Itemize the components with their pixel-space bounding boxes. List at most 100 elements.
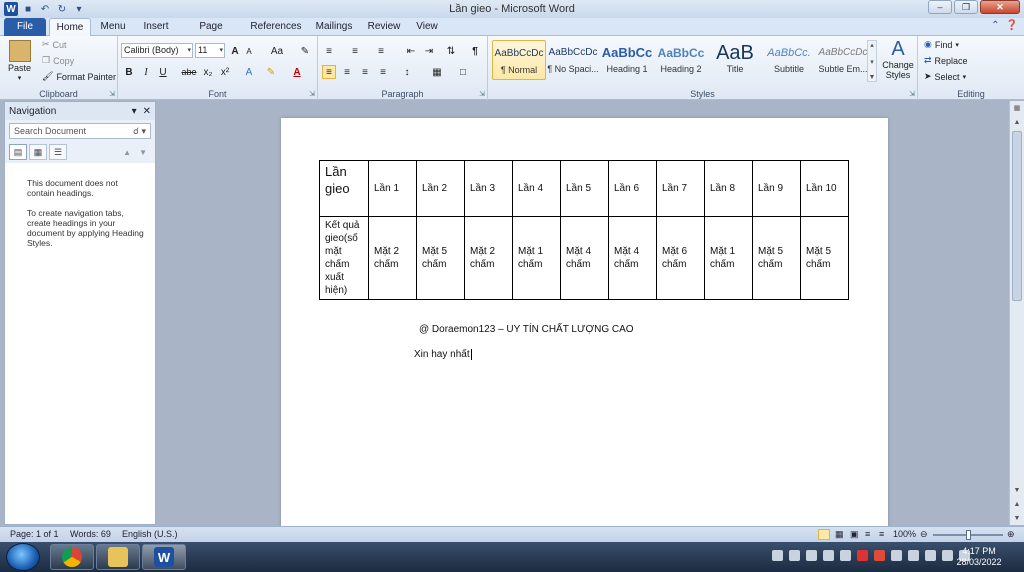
browse-pages-tab[interactable]: ▦	[29, 144, 47, 160]
close-button[interactable]: ✕	[980, 0, 1020, 14]
table-cell[interactable]: Mặt 1 chấm	[704, 216, 753, 300]
sort-icon[interactable]: ⇅	[444, 44, 458, 58]
multilevel-list-icon[interactable]: ≡	[374, 44, 388, 58]
tray-antivirus-icon[interactable]	[857, 550, 868, 561]
decrease-indent-icon[interactable]: ⇤	[404, 44, 418, 58]
network-icon[interactable]	[925, 550, 936, 561]
cut-button[interactable]: ✂ Cut	[42, 39, 67, 50]
search-icon[interactable]: ☌ ▾	[133, 126, 146, 137]
table-cell[interactable]: Mặt 5 chấm	[752, 216, 801, 300]
zoom-slider-thumb[interactable]	[966, 530, 971, 540]
vertical-scrollbar[interactable]: ▦ ▲ ▼ ▲ ▼	[1009, 101, 1024, 525]
search-document-input[interactable]: Search Document ☌ ▾	[9, 123, 151, 139]
draft-icon[interactable]: ≡	[879, 529, 884, 539]
table-cell[interactable]: Lần 6	[608, 160, 657, 217]
tray-app-icon[interactable]	[823, 550, 834, 561]
justify-icon[interactable]: ≡	[376, 65, 390, 79]
page-count[interactable]: Page: 1 of 1	[10, 529, 59, 539]
undo-icon[interactable]: ↶	[38, 2, 52, 16]
help-icon[interactable]: ❓	[1006, 20, 1018, 31]
font-launcher-icon[interactable]: ⇲	[309, 90, 315, 98]
show-marks-icon[interactable]: ¶	[468, 44, 482, 58]
text-effects-icon[interactable]: A	[242, 65, 256, 79]
table-cell[interactable]: Lần 4	[512, 160, 561, 217]
previous-page-icon[interactable]: ▲	[1010, 497, 1024, 511]
tray-app-icon[interactable]	[840, 550, 851, 561]
show-hidden-icon[interactable]	[891, 550, 902, 561]
clock[interactable]: 4:17 PM 28/03/2022	[948, 546, 1010, 568]
web-layout-icon[interactable]: ▣	[850, 529, 859, 540]
minimize-button[interactable]: –	[928, 0, 952, 14]
previous-arrow-icon[interactable]: ▲	[123, 148, 131, 157]
scroll-thumb[interactable]	[1012, 131, 1022, 301]
bullets-icon[interactable]: ≡	[322, 44, 336, 58]
collapse-ribbon-icon[interactable]: ⌃	[991, 20, 999, 31]
align-left-icon[interactable]: ≡	[322, 65, 336, 79]
font-color-icon[interactable]: A	[290, 65, 304, 79]
table-cell[interactable]: Lần 1	[368, 160, 417, 217]
table-cell[interactable]: Lần 7	[656, 160, 705, 217]
document-paragraph-cursor-line[interactable]: Xin hay nhất	[414, 349, 472, 360]
grow-font-button[interactable]: A	[228, 44, 242, 58]
dice-results-table[interactable]: Lần gieo Lần 1 Lần 2 Lần 3 Lần 4 Lần 5 L…	[319, 160, 849, 300]
align-right-icon[interactable]: ≡	[358, 65, 372, 79]
table-cell[interactable]: Lần 8	[704, 160, 753, 217]
select-button[interactable]: ➤ Select ▾	[924, 71, 966, 82]
copy-button[interactable]: ❐ Copy	[42, 55, 74, 66]
subscript-button[interactable]: x₂	[201, 65, 215, 79]
start-button[interactable]	[6, 543, 40, 571]
borders-icon[interactable]: □	[456, 65, 470, 79]
tab-mailings[interactable]: Mailings	[312, 18, 356, 36]
outline-icon[interactable]: ≡	[865, 529, 870, 539]
table-cell[interactable]: Lần 2	[416, 160, 465, 217]
document-paragraph[interactable]: @ Doraemon123 – UY TÍN CHẤT LƯỢNG CAO	[419, 324, 634, 335]
chevron-down-icon[interactable]: ▾	[870, 58, 874, 66]
format-painter-button[interactable]: 🖌 Format Painter	[42, 71, 116, 82]
table-cell[interactable]: Lần gieo	[319, 160, 369, 217]
strikethrough-button[interactable]: abe	[180, 65, 198, 79]
italic-button[interactable]: I	[139, 65, 153, 79]
paragraph-launcher-icon[interactable]: ⇲	[479, 90, 485, 98]
replace-button[interactable]: ⇄ Replace	[924, 55, 968, 66]
align-center-icon[interactable]: ≡	[340, 65, 354, 79]
word-logo-icon[interactable]: W	[4, 2, 18, 16]
styles-gallery-scroll[interactable]: ▴ ▾ ▼	[867, 40, 877, 82]
chevron-up-icon[interactable]: ▴	[870, 41, 874, 49]
tab-file[interactable]: File	[4, 18, 46, 36]
superscript-button[interactable]: x²	[218, 65, 232, 79]
table-cell[interactable]: Lần 9	[752, 160, 801, 217]
customize-qat-icon[interactable]: ▾	[72, 2, 86, 16]
style-subtitle[interactable]: AaBbCc. Subtitle	[762, 40, 816, 80]
zoom-level[interactable]: 100%	[893, 529, 916, 539]
taskbar-chrome[interactable]	[50, 544, 94, 570]
tray-app-icon[interactable]	[874, 550, 885, 561]
table-cell[interactable]: Mặt 2 chấm	[464, 216, 513, 300]
tab-view[interactable]: View	[412, 18, 442, 36]
style-no-spacing[interactable]: AaBbCcDc ¶ No Spaci...	[546, 40, 600, 80]
restore-button[interactable]: ❐	[954, 0, 978, 14]
bold-button[interactable]: B	[122, 65, 136, 79]
table-cell[interactable]: Mặt 6 chấm	[656, 216, 705, 300]
find-button[interactable]: ◉ Find ▾	[924, 39, 959, 50]
clear-formatting-icon[interactable]: ✎	[298, 44, 312, 58]
next-page-icon[interactable]: ▼	[1010, 511, 1024, 525]
close-icon[interactable]: ✕	[143, 106, 151, 117]
full-screen-reading-icon[interactable]: ▦	[835, 529, 844, 540]
highlight-icon[interactable]: ✎	[264, 65, 278, 79]
font-name-combo[interactable]: Calibri (Body) ▾	[121, 43, 193, 58]
next-arrow-icon[interactable]: ▼	[139, 148, 147, 157]
taskbar-word[interactable]: W	[142, 544, 186, 570]
style-normal[interactable]: AaBbCcDc ¶ Normal	[492, 40, 546, 80]
underline-button[interactable]: U	[156, 65, 170, 79]
tab-review[interactable]: Review	[366, 18, 402, 36]
paste-button[interactable]: Paste ▾	[8, 40, 31, 82]
shading-icon[interactable]: ▦	[430, 65, 444, 79]
tab-page-layout[interactable]: Page Layout	[183, 18, 239, 50]
table-cell[interactable]: Mặt 1 chấm	[512, 216, 561, 300]
tab-references[interactable]: References	[250, 18, 302, 36]
browse-results-tab[interactable]: ☰	[49, 144, 67, 160]
styles-launcher-icon[interactable]: ⇲	[909, 90, 915, 98]
scroll-up-icon[interactable]: ▲	[1010, 115, 1024, 129]
table-cell[interactable]: Mặt 2 chấm	[368, 216, 417, 300]
tray-app-icon[interactable]	[806, 550, 817, 561]
